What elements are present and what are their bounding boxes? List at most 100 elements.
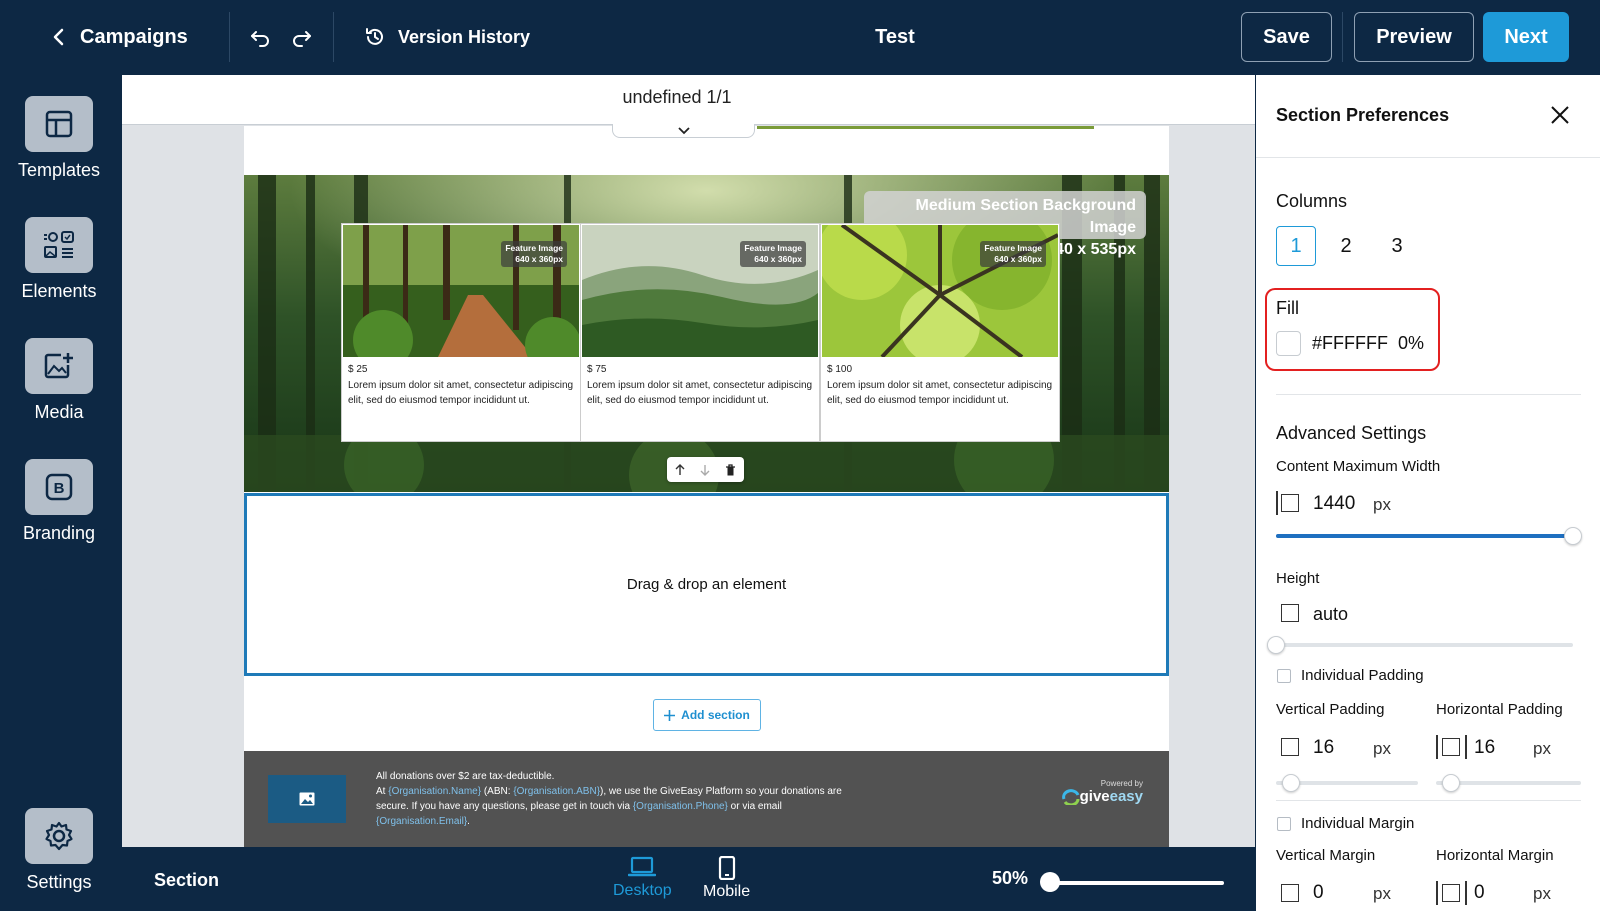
footer-text-part: (ABN: [481,786,514,797]
divider [1276,394,1581,395]
vertical-margin-icon [1281,884,1299,902]
width-icon [1281,494,1299,512]
bottom-bar: Section Desktop Mobile 50% [120,848,1255,911]
individual-margin-checkbox[interactable] [1277,817,1291,831]
close-icon[interactable] [1546,101,1574,129]
add-section-label: Add section [681,708,750,722]
sidebar-item-branding[interactable]: B Branding [0,459,118,544]
slider-fill [1276,534,1573,538]
vertical-padding-icon [1281,738,1299,756]
vertical-margin-value[interactable]: 0 [1313,882,1324,904]
divider [229,12,230,62]
feature-card[interactable]: Feature Image 640 x 360px $ 75 Lorem ipsu… [580,223,820,442]
card-text: Lorem ipsum dolor sit amet, consectetur … [348,380,574,406]
move-up-icon[interactable] [675,463,685,476]
tag-title: Feature Image [505,243,563,253]
mobile-label: Mobile [703,883,751,900]
history-icon [366,28,383,45]
column-option-1[interactable]: 1 [1276,226,1316,266]
add-section-button[interactable]: Add section [653,699,761,731]
version-history-button[interactable]: Version History [364,20,530,54]
horizontal-padding-unit: px [1533,739,1551,758]
fill-color-swatch[interactable] [1276,331,1301,356]
feature-card[interactable]: Feature Image 640 x 360px $ 25 Lorem ipsu… [341,223,581,442]
chevron-down-icon [677,126,690,134]
desktop-view-button[interactable]: Desktop [613,856,672,900]
merge-token: {Organisation.Phone} [632,801,728,812]
dropzone-section[interactable]: Drag & drop an element [244,493,1169,676]
move-down-icon[interactable] [700,464,710,476]
page-indicator: undefined 1/1 [622,87,732,107]
vertical-padding-slider-thumb[interactable] [1282,774,1300,792]
feature-image-size-tag: Feature Image 640 x 360px [501,241,567,267]
vertical-padding-unit: px [1373,739,1391,758]
panel-header: Section Preferences [1256,75,1600,158]
next-button[interactable]: Next [1483,12,1569,62]
zoom-slider-thumb[interactable] [1040,872,1060,892]
top-bar: Campaigns Version History Test Save Prev… [0,0,1600,75]
height-icon [1281,604,1299,622]
column-option-2[interactable]: 2 [1326,226,1366,266]
elements-icon [25,217,93,273]
selected-element-type: Section [154,870,220,890]
redo-icon[interactable] [287,24,315,52]
trash-icon[interactable] [725,463,736,476]
horizontal-padding-value[interactable]: 16 [1474,737,1495,759]
sidebar-item-label: Branding [22,523,96,543]
branding-icon: B [25,459,93,515]
left-sidebar: Templates Elements Media B Branding Sett… [0,75,120,911]
hero-section[interactable]: Medium Section Background Image 1440 x 5… [244,175,1169,492]
sidebar-item-media[interactable]: Media [0,338,118,423]
height-slider-thumb[interactable] [1267,636,1285,654]
height-slider[interactable] [1276,643,1573,647]
horizontal-margin-icon-bar [1465,881,1467,905]
horizontal-margin-value[interactable]: 0 [1474,882,1485,904]
footer-section[interactable]: All donations over $2 are tax-deductible… [244,751,1169,847]
card-price: $ 25 [348,364,368,375]
height-value[interactable]: auto [1313,604,1348,625]
zoom-level: 50% [992,868,1029,888]
horizontal-margin-icon [1442,884,1460,902]
zoom-slider[interactable] [1054,881,1224,885]
page-dropdown-toggle[interactable] [612,124,755,138]
back-to-campaigns-button[interactable]: Campaigns [52,20,188,54]
feature-image: Feature Image 640 x 360px [582,225,818,357]
vertical-margin-label: Vertical Margin [1276,847,1376,864]
merge-token: {Organisation.Email} [376,816,468,827]
sidebar-item-label: Media [34,402,84,422]
layout-icon [25,96,93,152]
individual-margin-label: Individual Margin [1301,815,1415,832]
footer-text-part: or via email [727,801,782,812]
individual-padding-checkbox[interactable] [1277,669,1291,683]
brand-give: give [1079,788,1110,805]
content-max-width-slider-thumb[interactable] [1564,527,1582,545]
fill-opacity: 0% [1398,333,1425,353]
width-icon-bar [1276,491,1278,515]
horizontal-padding-slider-thumb[interactable] [1442,774,1460,792]
brand-easy: easy [1109,788,1143,805]
merge-token: {Organisation.ABN} [513,786,601,797]
vertical-padding-value[interactable]: 16 [1313,737,1334,759]
horizontal-padding-icon-bar [1465,735,1467,759]
section-preferences-panel: Section Preferences Columns 1 2 3 Fill #… [1256,75,1600,911]
save-button[interactable]: Save [1241,12,1332,62]
preview-button[interactable]: Preview [1354,12,1474,62]
feature-card[interactable]: Feature Image 640 x 360px $ 100 Lorem ips… [820,223,1060,442]
powered-by-label: Powered by [1100,779,1143,788]
content-max-width-value[interactable]: 1440 [1313,493,1355,515]
sidebar-item-templates[interactable]: Templates [0,96,118,181]
column-option-3[interactable]: 3 [1377,226,1417,266]
content-max-width-slider[interactable] [1276,534,1573,538]
tag-title: Feature Image [984,243,1042,253]
merge-token: {Organisation.Name} [388,786,482,797]
fill-color-value[interactable]: #FFFFFF 0% [1312,333,1424,354]
card-text: Lorem ipsum dolor sit amet, consectetur … [587,380,813,406]
plus-icon [664,709,676,721]
sidebar-item-elements[interactable]: Elements [0,217,118,302]
undo-icon[interactable] [247,24,275,52]
sidebar-item-settings[interactable]: Settings [0,808,118,893]
footer-text-part: . [467,816,470,827]
svg-text:B: B [54,480,65,497]
mobile-view-button[interactable]: Mobile [703,856,750,901]
footer-disclaimer: All donations over $2 are tax-deductible… [376,769,876,829]
